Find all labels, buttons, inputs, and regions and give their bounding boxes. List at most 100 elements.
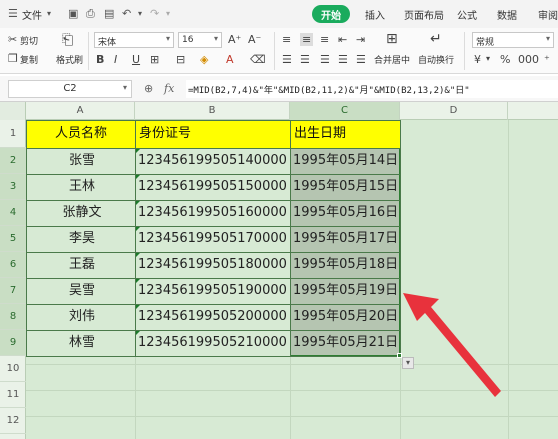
align-bottom-icon[interactable]: ≡ (320, 33, 329, 46)
hamburger-menu-icon[interactable]: ☰ (8, 7, 18, 20)
currency-icon[interactable]: ¥ (474, 53, 481, 66)
undo-icon[interactable]: ↶ (122, 7, 131, 20)
border-icon[interactable]: ⊞ (150, 53, 159, 66)
cell-birthdate[interactable]: 1995年05月19日 (291, 278, 400, 304)
header-cell-birthdate[interactable]: 出生日期 (291, 121, 400, 148)
align-middle-icon[interactable]: ≡ (300, 33, 314, 46)
chevron-down-icon[interactable]: ▾ (47, 9, 51, 18)
cell-name[interactable]: 李昊 (27, 226, 135, 252)
file-menu[interactable]: 文件 (22, 7, 42, 22)
cell-id-number[interactable]: 123456199505200000 (136, 304, 290, 330)
copy-icon[interactable]: ❐ (8, 52, 18, 65)
column-header-b[interactable]: B (135, 102, 290, 120)
paste-clipboard-icon[interactable]: ⎗ (62, 32, 73, 48)
font-grow-icon[interactable]: A⁺ (228, 33, 241, 46)
align-right-icon[interactable]: ☰ (320, 53, 330, 66)
cell-id-number[interactable]: 123456199505170000 (136, 226, 290, 252)
cell-name[interactable]: 吴雪 (27, 278, 135, 304)
indent-right-icon[interactable]: ⇥ (356, 33, 365, 46)
justify-icon[interactable]: ☰ (338, 53, 348, 66)
formula-input[interactable]: =MID(B2,7,4)&"年"&MID(B2,11,2)&"月"&MID(B2… (186, 80, 558, 98)
row-header-7[interactable]: 7 (0, 278, 26, 304)
row-header-3[interactable]: 3 (0, 174, 26, 200)
column-header-c[interactable]: C (290, 102, 400, 120)
undo-dropdown-icon[interactable]: ▾ (138, 9, 142, 18)
merge-center-icon[interactable]: ⊞ (386, 31, 398, 47)
print-preview-icon[interactable]: ▤ (104, 7, 114, 20)
row-header-9[interactable]: 9 (0, 330, 26, 356)
indent-left-icon[interactable]: ⇤ (338, 33, 347, 46)
cell-id-number[interactable]: 123456199505180000 (136, 252, 290, 278)
cell-birthdate[interactable]: 1995年05月20日 (291, 304, 400, 330)
copy-button[interactable]: 复制 (20, 53, 38, 66)
select-all-corner[interactable] (0, 102, 26, 120)
chevron-down-icon[interactable]: ▾ (486, 54, 490, 63)
clear-format-icon[interactable]: ⌫ (250, 53, 266, 66)
merge-center-button[interactable]: 合并居中 (374, 53, 410, 66)
cell-name[interactable]: 林雪 (27, 330, 135, 356)
scissors-icon[interactable]: ✂ (8, 33, 17, 46)
cell-birthdate[interactable]: 1995年05月15日 (291, 174, 400, 200)
cell-birthdate[interactable]: 1995年05月17日 (291, 226, 400, 252)
font-size-select[interactable]: 16 ▾ (178, 32, 222, 48)
cell-birthdate[interactable]: 1995年05月18日 (291, 252, 400, 278)
redo-dropdown-icon[interactable]: ▾ (166, 9, 170, 18)
column-header-d[interactable]: D (400, 102, 508, 120)
increase-decimal-icon[interactable]: ⁺ (544, 53, 550, 66)
cell-id-number[interactable]: 123456199505160000 (136, 200, 290, 226)
sheet-grid[interactable]: A B C D 1 2 3 4 5 6 7 8 9 10 11 12 人员名称 … (0, 102, 558, 439)
row-header-8[interactable]: 8 (0, 304, 26, 330)
font-name-select[interactable]: 宋体 ▾ (94, 32, 174, 48)
name-box[interactable]: C2 ▾ (8, 80, 132, 98)
header-cell-id[interactable]: 身份证号 (136, 121, 290, 148)
cell-birthdate[interactable]: 1995年05月14日 (291, 148, 400, 174)
format-painter-button[interactable]: 格式刷 (56, 53, 83, 66)
italic-icon[interactable]: I (114, 53, 117, 66)
underline-icon[interactable]: U (132, 53, 140, 66)
tab-insert[interactable]: 插入 (365, 7, 385, 22)
cell-id-number[interactable]: 123456199505190000 (136, 278, 290, 304)
cell-id-number[interactable]: 123456199505210000 (136, 330, 290, 356)
percent-button[interactable]: % (500, 53, 510, 66)
tab-home[interactable]: 开始 (312, 5, 350, 23)
redo-icon[interactable]: ↷ (150, 7, 159, 20)
tab-formulas[interactable]: 公式 (457, 7, 477, 22)
cut-button[interactable]: 剪切 (20, 34, 38, 47)
row-header-2[interactable]: 2 (0, 148, 26, 174)
cell-name[interactable]: 张雪 (27, 148, 135, 174)
cell-birthdate[interactable]: 1995年05月21日 (291, 330, 400, 356)
cell-id-number[interactable]: 123456199505140000 (136, 148, 290, 174)
align-center-icon[interactable]: ☰ (300, 53, 310, 66)
insert-function-button[interactable]: fx (164, 82, 174, 95)
align-top-icon[interactable]: ≡ (282, 33, 291, 46)
align-left-icon[interactable]: ☰ (282, 53, 292, 66)
row-header-6[interactable]: 6 (0, 252, 26, 278)
row-header-4[interactable]: 4 (0, 200, 26, 226)
cell-name[interactable]: 王林 (27, 174, 135, 200)
font-color-icon[interactable]: A (226, 53, 234, 66)
header-cell-name[interactable]: 人员名称 (27, 121, 135, 148)
cell-name[interactable]: 刘伟 (27, 304, 135, 330)
distributed-icon[interactable]: ☰ (356, 53, 366, 66)
wrap-text-icon[interactable]: ↵ (430, 31, 442, 47)
tab-review[interactable]: 审阅 (538, 7, 558, 22)
tab-page-layout[interactable]: 页面布局 (404, 7, 444, 22)
cell-name[interactable]: 张静文 (27, 200, 135, 226)
zoom-search-icon[interactable]: ⊕ (144, 82, 153, 95)
fill-color-icon[interactable]: ◈ (200, 53, 208, 66)
row-header-11[interactable]: 11 (0, 382, 26, 408)
bold-icon[interactable]: B (96, 53, 104, 66)
column-header-a[interactable]: A (26, 102, 135, 120)
row-header-5[interactable]: 5 (0, 226, 26, 252)
save-icon[interactable]: ▣ (68, 7, 78, 20)
number-format-select[interactable]: 常规 ▾ (472, 32, 554, 48)
cell-birthdate[interactable]: 1995年05月16日 (291, 200, 400, 226)
merge-cells-icon[interactable]: ⊟ (176, 53, 185, 66)
thousands-separator-button[interactable]: 000 (518, 53, 539, 66)
row-header-1[interactable]: 1 (0, 120, 26, 148)
font-shrink-icon[interactable]: A⁻ (248, 33, 261, 46)
cell-id-number[interactable]: 123456199505150000 (136, 174, 290, 200)
tab-data[interactable]: 数据 (497, 7, 517, 22)
wrap-text-button[interactable]: 自动换行 (418, 53, 454, 66)
row-header-10[interactable]: 10 (0, 356, 26, 382)
